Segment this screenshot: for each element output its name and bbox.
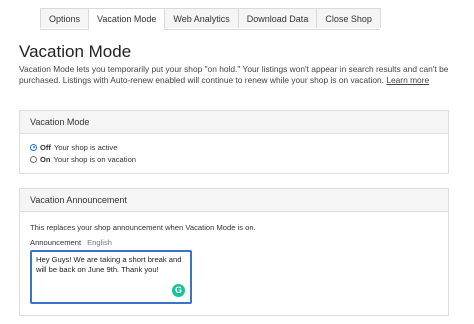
tab-download-data[interactable]: Download Data [237,8,318,28]
settings-tabs: Options Vacation Mode Web Analytics Down… [40,8,381,30]
learn-more-link[interactable]: Learn more [386,75,429,85]
announcement-language: English [87,238,112,247]
tab-vacation-mode[interactable]: Vacation Mode [88,8,166,30]
vacation-announcement-panel: Vacation Announcement This replaces your… [19,188,449,316]
tab-close-shop[interactable]: Close Shop [316,8,381,28]
radio-off-button[interactable] [30,143,37,151]
description-text: Vacation Mode lets you temporarily put y… [19,64,449,85]
radio-option-on[interactable]: On Your shop is on vacation [30,154,438,164]
announcement-text: Hey Guys! We are taking a short break an… [36,255,182,274]
radio-off-description: Your shop is active [53,142,118,152]
radio-on-label: On [40,154,51,164]
announcement-panel-header: Vacation Announcement [20,189,448,212]
radio-option-off[interactable]: Off Your shop is active [30,142,438,152]
announcement-field-label: Announcement English [30,238,438,247]
tab-options[interactable]: Options [40,8,90,28]
grammarly-icon[interactable]: G [172,284,185,297]
announcement-label: Announcement [30,238,82,247]
tab-web-analytics[interactable]: Web Analytics [164,8,239,28]
page-title: Vacation Mode [19,42,132,61]
announcement-note: This replaces your shop announcement whe… [30,223,256,232]
radio-on-description: Your shop is on vacation [53,154,137,164]
page-description: Vacation Mode lets you temporarily put y… [19,64,469,86]
radio-on-button[interactable] [30,155,37,163]
radio-off-label: Off [40,142,51,152]
vacation-mode-panel-header: Vacation Mode [20,111,448,134]
vacation-mode-panel: Vacation Mode Off Your shop is active On… [19,110,449,174]
announcement-textarea[interactable]: Hey Guys! We are taking a short break an… [30,250,192,304]
